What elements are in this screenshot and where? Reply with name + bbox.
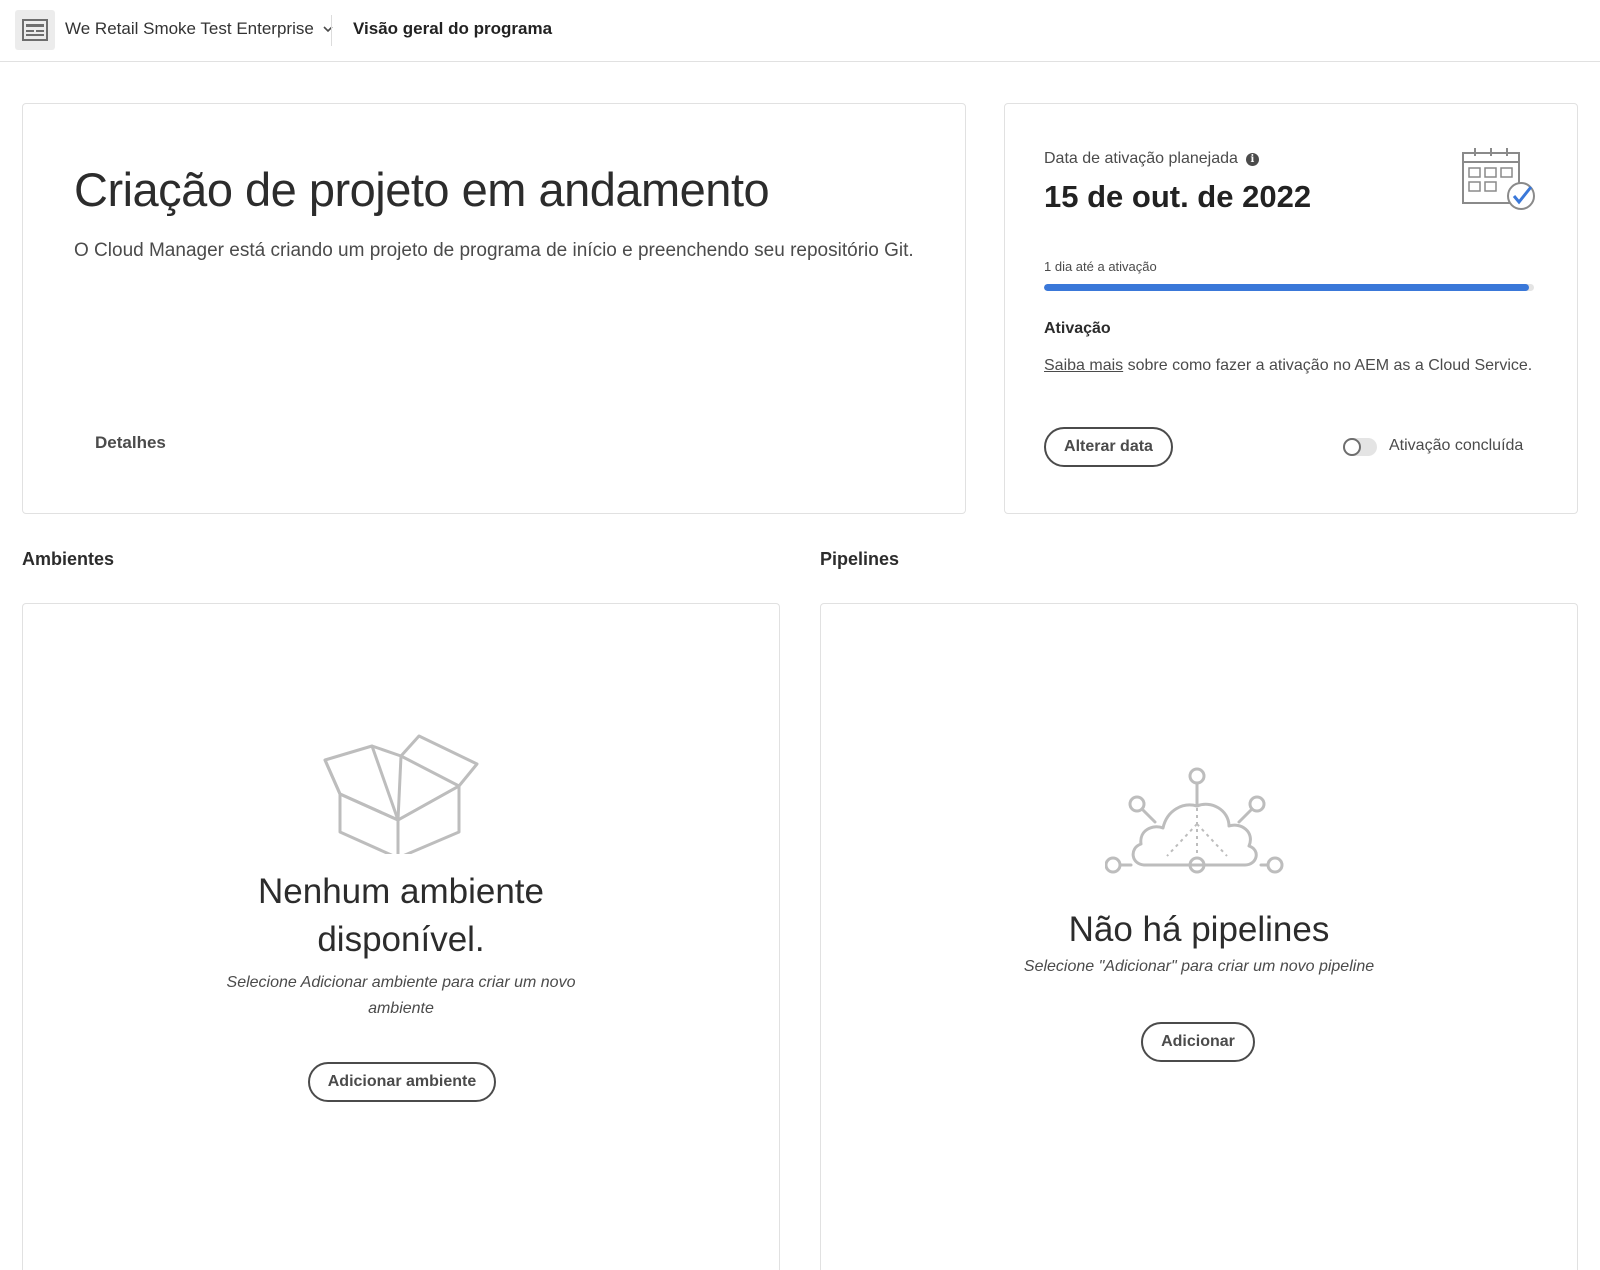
page-title: Visão geral do programa — [353, 19, 553, 38]
golive-learn-more-text: Saiba mais sobre como fazer a ativação n… — [1044, 357, 1532, 375]
learn-more-rest: sobre como fazer a ativação no AEM as a … — [1123, 357, 1533, 374]
environments-empty-title-1: Nenhum ambiente — [258, 872, 544, 911]
top-bar: We Retail Smoke Test Enterprise Visão ge… — [0, 0, 1600, 62]
learn-more-link[interactable]: Saiba mais — [1044, 357, 1123, 374]
program-name: We Retail Smoke Test Enterprise — [65, 19, 314, 38]
cloud-network-icon — [1105, 767, 1284, 874]
environments-heading: Ambientes — [22, 549, 115, 569]
environments-empty-state: Nenhum ambiente disponível. Selecione Ad… — [23, 868, 779, 1022]
program-icon[interactable] — [15, 10, 55, 50]
pipelines-card: Não há pipelines Selecione "Adicionar" p… — [820, 603, 1578, 1270]
environments-empty-sub-2: ambiente — [368, 1000, 434, 1017]
toggle-knob — [1343, 438, 1361, 456]
project-creation-card: Criação de projeto em andamento O Cloud … — [22, 103, 966, 514]
pipelines-empty-state: Não há pipelines Selecione "Adicionar" p… — [821, 906, 1577, 980]
hero-title: Criação de projeto em andamento — [74, 163, 770, 216]
golive-label: Data de ativação planejada — [1044, 150, 1238, 167]
empty-box-icon — [323, 734, 479, 854]
hero-description: O Cloud Manager está criando um projeto … — [74, 240, 914, 261]
pipelines-empty-sub: Selecione "Adicionar" para criar um novo… — [1023, 958, 1375, 975]
details-link[interactable]: Detalhes — [95, 433, 166, 453]
calendar-check-icon — [1462, 148, 1535, 210]
pipelines-empty-title: Não há pipelines — [1068, 910, 1330, 949]
golive-complete-toggle[interactable] — [1343, 438, 1377, 456]
environments-empty-sub-1: Selecione Adicionar ambiente para criar … — [226, 974, 576, 991]
golive-date: 15 de out. de 2022 — [1044, 179, 1312, 214]
golive-card: Data de ativação planejada i 15 de out. … — [1004, 103, 1578, 514]
golive-section-title: Ativação — [1044, 320, 1111, 337]
info-icon[interactable]: i — [1245, 152, 1259, 166]
program-switcher[interactable]: We Retail Smoke Test Enterprise — [65, 19, 334, 39]
environments-card: Nenhum ambiente disponível. Selecione Ad… — [22, 603, 780, 1270]
golive-progress-fill — [1044, 284, 1530, 291]
change-date-button[interactable]: Alterar data — [1044, 427, 1173, 467]
pipelines-heading: Pipelines — [820, 549, 900, 569]
golive-complete-label: Ativação concluída — [1389, 437, 1524, 454]
golive-progress-bar — [1044, 284, 1534, 291]
header-divider — [331, 15, 332, 46]
environments-empty-title-2: disponível. — [317, 920, 485, 959]
add-environment-button[interactable]: Adicionar ambiente — [308, 1062, 496, 1102]
days-until-golive: 1 dia até a ativação — [1044, 259, 1157, 274]
golive-label-row: Data de ativação planejada i — [1044, 150, 1259, 168]
chevron-down-icon — [323, 26, 333, 33]
add-pipeline-button[interactable]: Adicionar — [1141, 1022, 1255, 1062]
